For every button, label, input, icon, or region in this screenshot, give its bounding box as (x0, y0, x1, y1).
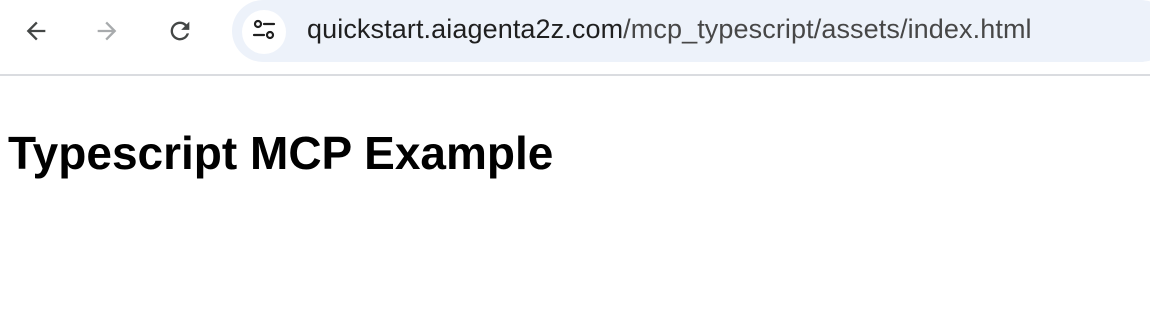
back-button[interactable] (16, 11, 56, 51)
site-info-button[interactable] (242, 10, 286, 54)
page-content: Typescript MCP Example (0, 76, 1150, 326)
reload-button[interactable] (160, 11, 200, 51)
address-bar[interactable]: quickstart.aiagenta2z.com/mcp_typescript… (232, 0, 1150, 62)
url-path: /mcp_typescript/assets/index.html (623, 14, 1032, 44)
tune-icon (250, 16, 278, 49)
arrow-left-icon (22, 17, 50, 45)
browser-toolbar: quickstart.aiagenta2z.com/mcp_typescript… (0, 0, 1150, 76)
url-text[interactable]: quickstart.aiagenta2z.com/mcp_typescript… (307, 14, 1032, 45)
url-host: quickstart.aiagenta2z.com (307, 14, 624, 44)
forward-button[interactable] (87, 11, 127, 51)
page-title: Typescript MCP Example (8, 127, 554, 179)
arrow-right-icon (93, 17, 121, 45)
reload-icon (166, 17, 194, 45)
